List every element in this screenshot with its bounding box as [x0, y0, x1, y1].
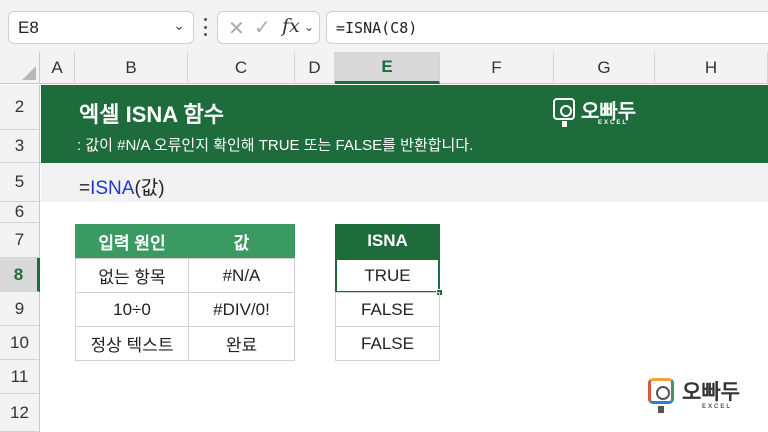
more-options-icon[interactable] — [198, 15, 212, 39]
column-header-f[interactable]: F — [440, 52, 554, 84]
row-header-12[interactable]: 12 — [0, 394, 40, 432]
name-box[interactable]: E8 ⌄ — [8, 11, 194, 44]
select-all-corner[interactable] — [0, 52, 40, 84]
formula-text: =ISNA(C8) — [336, 18, 418, 37]
column-header-c[interactable]: C — [188, 52, 295, 84]
table-cell[interactable]: #N/A — [188, 258, 295, 293]
formula-input[interactable]: =ISNA(C8) — [326, 11, 768, 44]
column-header-b[interactable]: B — [75, 52, 188, 84]
table-cell[interactable]: FALSE — [335, 292, 440, 327]
column-header-d[interactable]: D — [295, 52, 335, 84]
brand-logo: 오빠두 EXCEL — [553, 95, 653, 131]
row-header-8[interactable]: 8 — [0, 258, 40, 292]
syntax-prefix: = — [79, 178, 91, 199]
row-header-6[interactable]: 6 — [0, 202, 40, 223]
table-cell[interactable]: FALSE — [335, 326, 440, 361]
chevron-down-icon[interactable]: ⌄ — [173, 17, 185, 34]
insert-function-icon[interactable]: fx — [282, 15, 300, 37]
column-header-g[interactable]: G — [554, 52, 655, 84]
footer-logo: 오빠두 EXCEL — [648, 376, 758, 416]
result-header-isna[interactable]: ISNA — [335, 224, 440, 258]
footer-logo-subtext: EXCEL — [702, 404, 733, 410]
monitor-icon — [553, 98, 575, 120]
input-header-value[interactable]: 값 — [188, 224, 295, 258]
formula-bar: E8 ⌄ ✕ ✓ fx ⌄ =ISNA(C8) — [0, 0, 768, 52]
logo-subtext: EXCEL — [598, 120, 629, 126]
column-header-a[interactable]: A — [40, 52, 75, 84]
chevron-down-icon[interactable]: ⌄ — [304, 20, 314, 34]
column-header-e[interactable]: E — [335, 52, 440, 84]
row-header-10[interactable]: 10 — [0, 326, 40, 360]
table-cell[interactable]: 10÷0 — [75, 292, 189, 327]
row-header-3[interactable]: 3 — [0, 130, 40, 163]
title-banner: 엑셀 ISNA 함수 : 값이 #N/A 오류인지 확인해 TRUE 또는 FA… — [41, 85, 768, 163]
row-header-7[interactable]: 7 — [0, 223, 40, 258]
input-header-cause[interactable]: 입력 원인 — [75, 224, 189, 258]
row-header-5[interactable]: 5 — [0, 163, 40, 202]
syntax-text: =ISNA(값) — [79, 173, 165, 200]
enter-check-icon[interactable]: ✓ — [254, 15, 271, 40]
row-header-9[interactable]: 9 — [0, 292, 40, 326]
table-cell[interactable]: 없는 항목 — [75, 258, 189, 293]
footer-logo-text: 오빠두 — [682, 381, 740, 404]
cancel-icon[interactable]: ✕ — [228, 16, 245, 41]
syntax-args: (값) — [134, 178, 165, 199]
table-cell[interactable]: 정상 텍스트 — [75, 326, 189, 361]
column-header-h[interactable]: H — [655, 52, 768, 84]
monitor-icon — [648, 378, 674, 404]
syntax-row: =ISNA(값) — [41, 164, 768, 202]
page-subtitle: : 값이 #N/A 오류인지 확인해 TRUE 또는 FALSE를 반환합니다. — [77, 137, 474, 154]
syntax-function-name: ISNA — [90, 178, 135, 199]
active-cell-e8[interactable]: TRUE — [335, 258, 440, 293]
table-cell[interactable]: 완료 — [188, 326, 295, 361]
formula-buttons: ✕ ✓ fx ⌄ — [217, 11, 320, 44]
page-title: 엑셀 ISNA 함수 — [79, 102, 224, 127]
name-box-value: E8 — [18, 17, 39, 37]
row-header-11[interactable]: 11 — [0, 360, 40, 394]
row-header-2[interactable]: 2 — [0, 85, 40, 130]
table-cell[interactable]: #DIV/0! — [188, 292, 295, 327]
